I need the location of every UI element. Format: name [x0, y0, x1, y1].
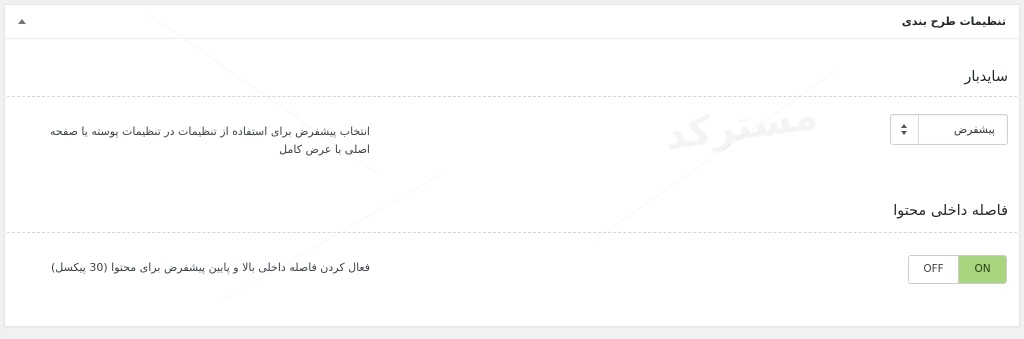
panel-header[interactable]: تنظیمات طرح بندی — [5, 5, 1019, 39]
section-divider — [7, 232, 1017, 233]
sidebar-description: انتخاب پیشفرض برای استفاده از تنظیمات در… — [50, 125, 370, 156]
switch-on-option[interactable]: ON — [959, 256, 1006, 283]
section-divider — [7, 96, 1017, 97]
watermark-text: مسترکد — [663, 93, 821, 160]
padding-section-title: فاصله داخلی محتوا — [893, 203, 1008, 219]
padding-toggle-switch[interactable]: OFF ON — [908, 255, 1007, 284]
sidebar-select[interactable]: پیشفرض — [890, 114, 1008, 145]
collapse-arrow-icon[interactable] — [18, 19, 26, 24]
switch-off-option[interactable]: OFF — [909, 256, 959, 283]
layout-settings-panel: مسترکد تنظیمات طرح بندی سایدبار انتخاب پ… — [4, 4, 1020, 327]
panel-title: تنظیمات طرح بندی — [901, 15, 1006, 28]
watermark-line — [222, 170, 448, 301]
sidebar-select-value: پیشفرض — [953, 123, 995, 136]
padding-description: فعال کردن فاصله داخلی بالا و پایین پیشفر… — [50, 261, 370, 274]
select-arrows-icon — [891, 115, 919, 144]
sidebar-section-title: سایدبار — [964, 69, 1008, 85]
